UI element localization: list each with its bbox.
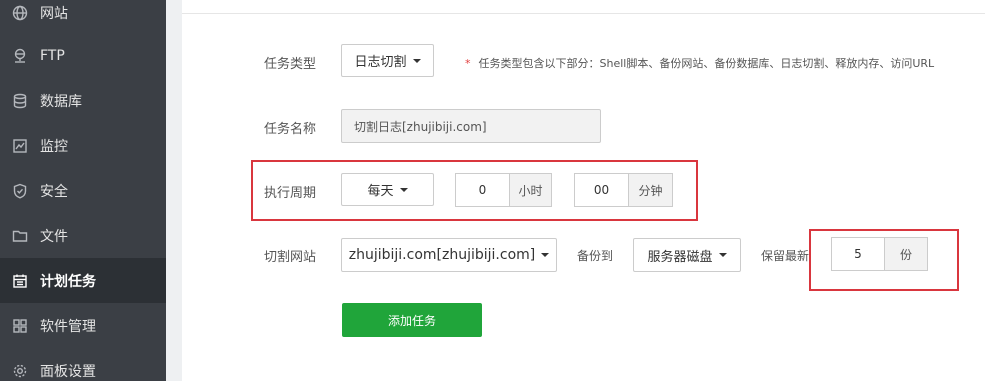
sidebar-item-label: 网站 (40, 5, 68, 22)
monitor-icon (12, 138, 28, 154)
keep-highlight-box (809, 229, 959, 291)
task-type-value: 日志切割 (354, 55, 407, 70)
caret-down-icon (412, 58, 421, 63)
site-label: 切割网站 (264, 250, 317, 265)
task-name-label: 任务名称 (264, 122, 317, 137)
task-type-select[interactable]: 日志切割 (341, 44, 434, 77)
sidebar-item-files[interactable]: 文件 (0, 213, 166, 258)
sidebar-item-monitor[interactable]: 监控 (0, 123, 166, 168)
sidebar-item-cron[interactable]: 计划任务 (0, 258, 166, 303)
database-icon (12, 93, 28, 109)
schedule-highlight-box (251, 160, 698, 221)
sidebar-item-ftp[interactable]: FTP (0, 33, 166, 78)
sidebar-item-settings[interactable]: 面板设置 (0, 348, 166, 381)
sidebar-item-label: 面板设置 (40, 363, 96, 380)
gear-icon (12, 363, 28, 379)
shield-icon (12, 183, 28, 199)
add-task-label: 添加任务 (387, 313, 436, 328)
sidebar-item-database[interactable]: 数据库 (0, 78, 166, 123)
sidebar-item-label: 数据库 (40, 93, 82, 110)
keep-latest-label: 保留最新 (761, 249, 810, 263)
calendar-icon (12, 273, 28, 289)
globe-icon (12, 5, 28, 21)
sidebar-item-label: 安全 (40, 183, 68, 200)
sidebar: 网站 FTP 数据库 监控 安全 文件 计划任务 软件管理 面板设置 (0, 0, 166, 381)
required-star: * (465, 57, 471, 70)
grid-icon (12, 318, 28, 334)
divider (182, 13, 985, 14)
backup-to-label: 备份到 (577, 249, 614, 263)
ftp-icon (12, 48, 28, 64)
sidebar-item-label: 软件管理 (40, 318, 96, 335)
task-type-note: * 任务类型包含以下部分：Shell脚本、备份网站、备份数据库、日志切割、释放内存… (465, 55, 934, 71)
content-gutter (166, 0, 182, 381)
site-select[interactable]: zhujibiji.com[zhujibiji.com] (341, 238, 557, 272)
sidebar-item-label: FTP (40, 47, 65, 64)
sidebar-item-website[interactable]: 网站 (0, 0, 166, 35)
task-type-label: 任务类型 (264, 57, 317, 72)
caret-down-icon (541, 253, 550, 257)
sidebar-item-label: 文件 (40, 228, 68, 245)
folder-icon (12, 228, 28, 244)
caret-down-icon (718, 253, 727, 257)
sidebar-item-software[interactable]: 软件管理 (0, 303, 166, 348)
backup-target-select[interactable]: 服务器磁盘 (633, 238, 741, 272)
sidebar-item-label: 计划任务 (40, 273, 96, 290)
sidebar-item-security[interactable]: 安全 (0, 168, 166, 213)
backup-target-value: 服务器磁盘 (647, 249, 713, 265)
task-name-value: 切割日志[zhujibiji.com] (354, 119, 487, 134)
add-task-button[interactable]: 添加任务 (342, 303, 482, 337)
task-name-input[interactable]: 切割日志[zhujibiji.com] (341, 109, 601, 143)
site-value: zhujibiji.com[zhujibiji.com] (348, 247, 536, 263)
task-type-note-text: 任务类型包含以下部分：Shell脚本、备份网站、备份数据库、日志切割、释放内存、… (478, 57, 935, 70)
sidebar-item-label: 监控 (40, 138, 68, 155)
